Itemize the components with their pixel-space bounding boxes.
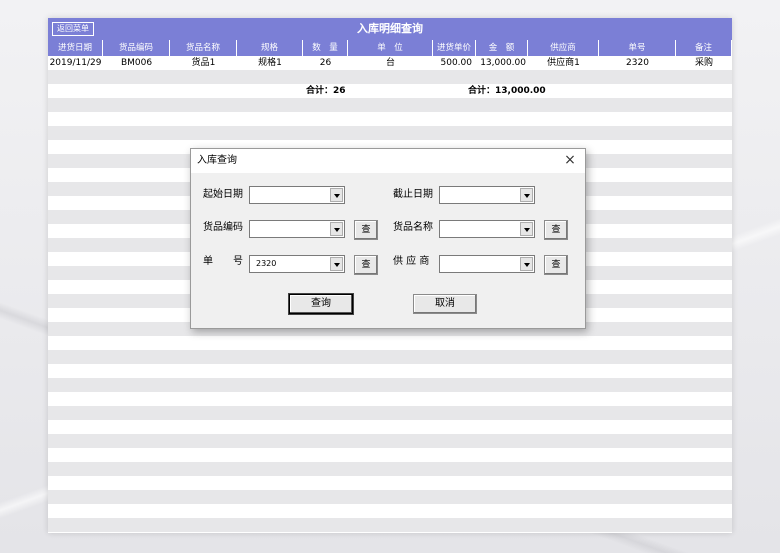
table-row[interactable]: 2019/11/29 BM006 货品1 规格1 26 台 500.00 13,… — [48, 56, 732, 70]
end-date-label: 截止日期 — [393, 189, 433, 200]
cell-amount: 13,000.00 — [480, 58, 526, 68]
end-date-select[interactable] — [439, 186, 535, 204]
item-code-label: 货品编码 — [203, 222, 243, 233]
order-no-lookup-button[interactable]: 查 — [354, 255, 378, 275]
report-title-bar: 入库明细查询 返回菜单 — [48, 18, 732, 40]
order-no-select[interactable]: 2320 — [249, 255, 345, 273]
item-name-label: 货品名称 — [393, 222, 433, 233]
column-header-order-no[interactable]: 单号 — [599, 40, 676, 56]
cell-date: 2019/11/29 — [49, 58, 102, 68]
cell-unit: 台 — [385, 58, 395, 68]
cancel-button[interactable]: 取消 — [413, 294, 477, 314]
cell-spec: 规格1 — [258, 58, 282, 68]
chevron-down-icon[interactable] — [520, 257, 533, 271]
column-header-remark[interactable]: 备注 — [676, 40, 732, 56]
order-no-value: 2320 — [256, 259, 277, 268]
query-dialog: 入库查询 × 起始日期 截止日期 货品编码 查 货品名称 查 单 号 2320 … — [190, 148, 586, 329]
query-button[interactable]: 查询 — [289, 294, 353, 314]
item-name-lookup-button[interactable]: 查 — [544, 220, 568, 240]
cell-supplier: 供应商1 — [547, 58, 580, 68]
column-header-item-name[interactable]: 货品名称 — [170, 40, 237, 56]
total-quantity: 合计：26 — [306, 86, 346, 96]
chevron-down-icon[interactable] — [330, 257, 343, 271]
totals-row: 合计：26 合计：13,000.00 — [48, 84, 732, 98]
item-code-lookup-button[interactable]: 查 — [354, 220, 378, 240]
start-date-label: 起始日期 — [203, 189, 243, 200]
dialog-title: 入库查询 — [197, 155, 237, 166]
dialog-title-bar[interactable]: 入库查询 × — [191, 149, 585, 173]
chevron-down-icon[interactable] — [330, 188, 343, 202]
chevron-down-icon[interactable] — [520, 188, 533, 202]
column-header-unit-price[interactable]: 进货单价 — [433, 40, 476, 56]
supplier-label: 供 应 商 — [393, 256, 430, 267]
back-to-menu-button[interactable]: 返回菜单 — [52, 22, 94, 36]
column-header-amount[interactable]: 金 额 — [476, 40, 528, 56]
chevron-down-icon[interactable] — [520, 222, 533, 236]
cell-qty: 26 — [319, 58, 332, 68]
cell-remark: 采购 — [694, 58, 713, 68]
page-title: 入库明细查询 — [357, 22, 423, 35]
item-name-select[interactable] — [439, 220, 535, 238]
cell-order-no: 2320 — [626, 58, 649, 68]
cell-unit-price: 500.00 — [440, 58, 473, 68]
column-header-qty[interactable]: 数 量 — [303, 40, 348, 56]
column-header-item-code[interactable]: 货品编码 — [103, 40, 170, 56]
column-header-spec[interactable]: 规格 — [237, 40, 303, 56]
column-header-unit[interactable]: 单 位 — [348, 40, 433, 56]
total-amount: 合计：13,000.00 — [468, 86, 546, 96]
order-no-label: 单 号 — [203, 256, 243, 267]
chevron-down-icon[interactable] — [330, 222, 343, 236]
column-header-supplier[interactable]: 供应商 — [528, 40, 599, 56]
start-date-select[interactable] — [249, 186, 345, 204]
column-header-date[interactable]: 进货日期 — [48, 40, 103, 56]
table-header: 进货日期 货品编码 货品名称 规格 数 量 单 位 进货单价 金 额 供应商 单… — [48, 40, 732, 56]
supplier-lookup-button[interactable]: 查 — [544, 255, 568, 275]
item-code-select[interactable] — [249, 220, 345, 238]
supplier-select[interactable] — [439, 255, 535, 273]
cell-item-name: 货品1 — [191, 58, 216, 68]
cell-item-code: BM006 — [120, 58, 153, 68]
close-icon[interactable]: × — [563, 153, 577, 167]
